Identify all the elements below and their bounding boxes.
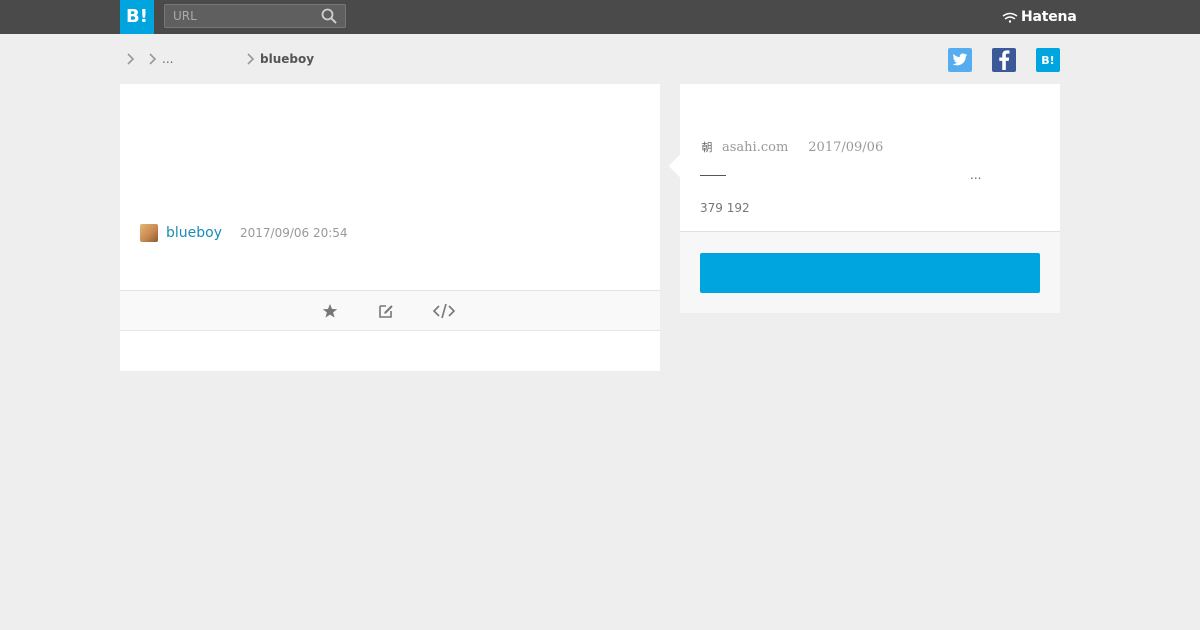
embed-code-button[interactable] (430, 301, 458, 321)
star-icon (322, 304, 338, 318)
edit-button[interactable] (376, 301, 396, 321)
breadcrumb-item-current: blueboy (246, 50, 314, 68)
comment-author-row: blueboy 2017/09/06 20:54 (140, 223, 348, 243)
breadcrumb: ... blueboy (120, 50, 520, 68)
comment-action-bar (120, 290, 660, 331)
chevron-right-icon (247, 53, 255, 65)
top-bar: B! Hatena (0, 0, 1200, 34)
twitter-icon (952, 53, 968, 66)
bookmark-counts: 379 192 (700, 201, 750, 215)
author-link[interactable]: blueboy (166, 225, 222, 241)
add-star-button[interactable] (320, 301, 340, 321)
entry-source-link[interactable]: asahi.com (722, 140, 788, 155)
search-icon[interactable] (321, 8, 337, 24)
asahi-favicon-icon: 朝 (701, 141, 713, 154)
avatar[interactable] (140, 224, 158, 242)
share-facebook-button[interactable] (992, 48, 1016, 72)
snippet-dash (700, 175, 726, 176)
facebook-icon (999, 50, 1010, 70)
comment-card: blueboy 2017/09/06 20:54 (120, 84, 660, 371)
comment-timestamp: 2017/09/06 20:54 (240, 226, 348, 240)
breadcrumb-item-2[interactable]: ... (148, 50, 173, 68)
brand-name: Hatena (1021, 9, 1077, 25)
chevron-right-icon (149, 53, 157, 65)
hatena-bookmark-logo[interactable]: B! (120, 0, 154, 34)
search-input[interactable] (165, 5, 315, 27)
entry-source-row: 朝 asahi.com 2017/09/06 (700, 138, 884, 156)
chevron-right-icon (127, 53, 135, 65)
hatena-brand-link[interactable]: Hatena (1002, 8, 1077, 26)
edit-icon (379, 305, 393, 318)
search-box (164, 4, 346, 28)
entry-card: 朝 asahi.com 2017/09/06 ... 379 192 (668, 84, 1060, 313)
breadcrumb-label: ... (162, 52, 174, 66)
card-pointer (668, 154, 692, 178)
entry-summary: 朝 asahi.com 2017/09/06 ... 379 192 (668, 84, 1060, 232)
share-twitter-button[interactable] (948, 48, 972, 72)
entry-action-button[interactable] (700, 253, 1040, 293)
hatena-share-label: B! (1041, 53, 1055, 67)
breadcrumb-item-1[interactable] (126, 50, 140, 68)
embed-code-icon (432, 303, 456, 319)
entry-date: 2017/09/06 (808, 139, 884, 155)
share-hatena-button[interactable]: B! (1036, 48, 1060, 72)
breadcrumb-current-label: blueboy (260, 52, 315, 66)
snippet-ellipsis: ... (970, 168, 982, 182)
hatena-mark-icon (1002, 12, 1018, 23)
